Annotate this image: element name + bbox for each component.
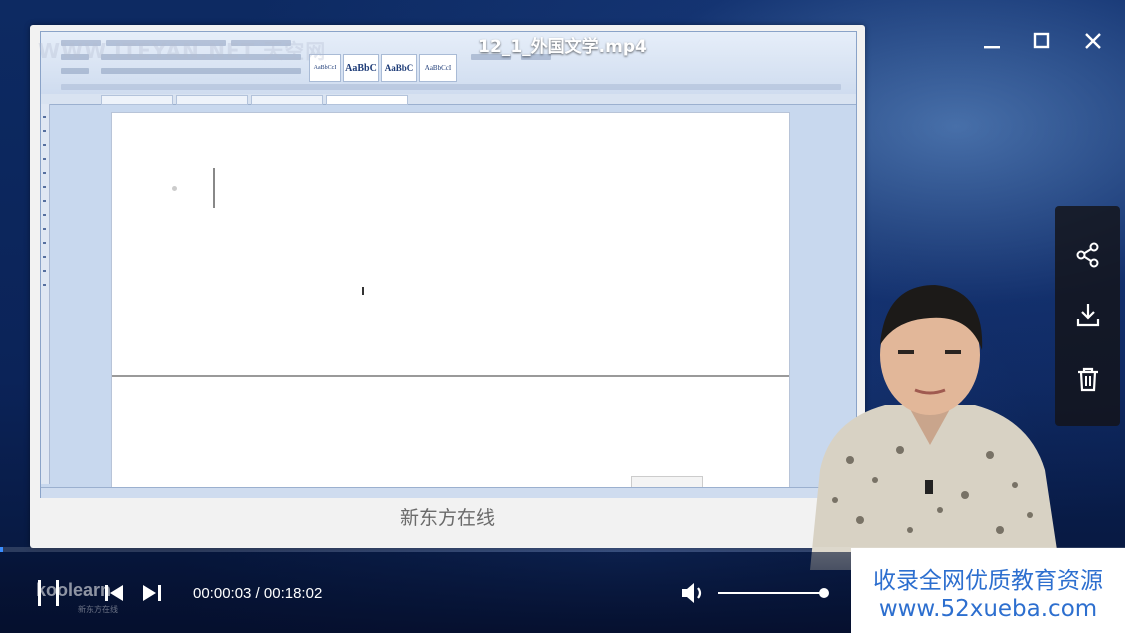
time-display: 00:00:03 / 00:18:02: [193, 585, 323, 602]
volume-slider[interactable]: [718, 588, 829, 598]
close-button[interactable]: [1078, 28, 1108, 54]
video-stage[interactable]: AaBbCcI AaBbC AaBbC AaBbCcI WWW.ITEYAN.N…: [0, 0, 1125, 633]
document-page: [111, 112, 790, 490]
brand-subtitle: 新东方在线: [78, 605, 118, 614]
volume-knob[interactable]: [819, 588, 829, 598]
word-style-heading-1: AaBbC: [343, 54, 379, 82]
mouse-ibeam: [362, 287, 364, 295]
pause-button[interactable]: [36, 578, 62, 608]
delete-button[interactable]: [1071, 362, 1105, 396]
word-statusbar: [41, 487, 856, 498]
word-window: AaBbCcI AaBbC AaBbC AaBbCcI: [40, 31, 857, 498]
trash-icon: [1078, 367, 1098, 392]
pause-icon: [38, 580, 59, 606]
ad-overlay: 收录全网优质教育资源 www.52xueba.com: [851, 548, 1125, 633]
skip-next-icon: [143, 585, 161, 601]
next-button[interactable]: [140, 582, 164, 604]
screen-caption: 新东方在线: [399, 507, 495, 529]
word-style-title: AaBbCcI: [419, 54, 457, 82]
ad-text-line1: 收录全网优质教育资源: [873, 568, 1103, 594]
volume-button[interactable]: [680, 581, 708, 605]
minimize-icon: [984, 46, 1000, 49]
ad-text-line2: www.52xueba.com: [878, 596, 1098, 622]
download-button[interactable]: [1071, 298, 1105, 332]
presenter-figure: [810, 285, 1060, 570]
close-icon: [1085, 33, 1101, 49]
recorded-screen: AaBbCcI AaBbC AaBbC AaBbCcI WWW.ITEYAN.N…: [30, 25, 865, 548]
vertical-ruler: [41, 104, 50, 484]
word-style-heading-2: AaBbC: [381, 54, 417, 82]
video-title: 12_1_外国文学.mp4: [478, 37, 647, 57]
download-icon: [1076, 304, 1100, 327]
minimize-button[interactable]: [977, 28, 1007, 54]
maximize-icon: [1033, 32, 1050, 49]
share-icon: [1076, 242, 1099, 268]
document-tabs: [41, 94, 856, 105]
page-break: [112, 375, 789, 377]
maximize-button[interactable]: [1027, 28, 1057, 54]
share-button[interactable]: [1071, 238, 1105, 272]
text-cursor: [213, 168, 215, 208]
skip-previous-icon: [105, 585, 123, 601]
previous-button[interactable]: [102, 582, 126, 604]
volume-icon: [682, 583, 702, 603]
side-action-panel: [1055, 206, 1120, 426]
